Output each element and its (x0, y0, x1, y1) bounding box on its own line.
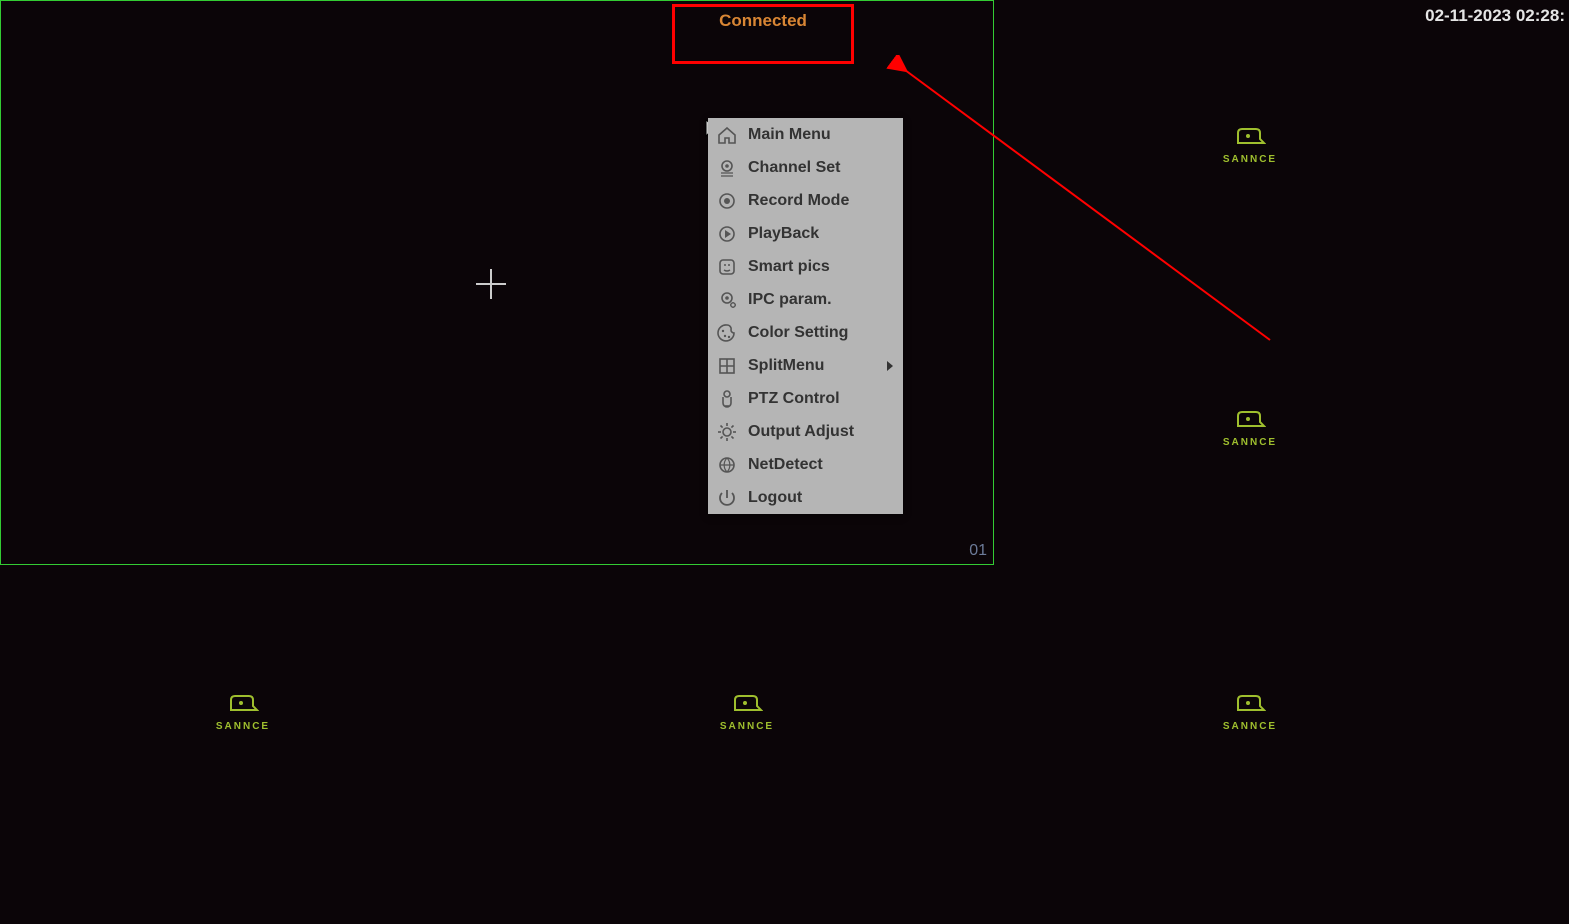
menu-item-label: Main Menu (748, 126, 831, 144)
sannce-logo-icon (227, 692, 259, 714)
menu-item-label: SplitMenu (748, 357, 824, 375)
menu-item-label: NetDetect (748, 456, 823, 474)
menu-item-label: Smart pics (748, 258, 830, 276)
face-icon (712, 255, 742, 279)
menu-item-logout[interactable]: Logout (708, 481, 903, 514)
play-icon (712, 222, 742, 246)
menu-item-ipc-param-[interactable]: IPC param. (708, 283, 903, 316)
menu-item-channel-set[interactable]: Channel Set (708, 151, 903, 184)
menu-item-netdetect[interactable]: NetDetect (708, 448, 903, 481)
sun-icon (712, 420, 742, 444)
menu-item-record-mode[interactable]: Record Mode (708, 184, 903, 217)
ipc-icon (712, 288, 742, 312)
menu-item-output-adjust[interactable]: Output Adjust (708, 415, 903, 448)
brand-logo: SANNCE (707, 692, 787, 734)
power-icon (712, 486, 742, 510)
chevron-right-icon (887, 361, 893, 371)
menu-item-label: Logout (748, 489, 802, 507)
menu-item-splitmenu[interactable]: SplitMenu (708, 349, 903, 382)
menu-item-label: IPC param. (748, 291, 832, 309)
ptz-icon (712, 387, 742, 411)
menu-item-color-setting[interactable]: Color Setting (708, 316, 903, 349)
status-text: Connected (719, 11, 807, 31)
brand-name: SANNCE (1223, 154, 1277, 165)
menu-item-main-menu[interactable]: Main Menu (708, 118, 903, 151)
status-highlight: Connected (672, 4, 854, 64)
timestamp: 02-11-2023 02:28: (1425, 6, 1565, 26)
sannce-logo-icon (1234, 125, 1266, 147)
brand-logo: SANNCE (1210, 125, 1290, 167)
record-icon (712, 189, 742, 213)
menu-item-label: Output Adjust (748, 423, 854, 441)
brand-name: SANNCE (1223, 721, 1277, 732)
home-icon (712, 123, 742, 147)
menu-item-smart-pics[interactable]: Smart pics (708, 250, 903, 283)
menu-item-label: Color Setting (748, 324, 848, 342)
brand-logo: SANNCE (203, 692, 283, 734)
sannce-logo-icon (731, 692, 763, 714)
brand-logo: SANNCE (1210, 692, 1290, 734)
menu-item-label: Record Mode (748, 192, 849, 210)
sannce-logo-icon (1234, 408, 1266, 430)
sannce-logo-icon (1234, 692, 1266, 714)
crosshair-icon (476, 269, 506, 299)
palette-icon (712, 321, 742, 345)
menu-item-label: Channel Set (748, 159, 840, 177)
channel-number: 01 (969, 542, 987, 560)
grid-icon (712, 354, 742, 378)
menu-item-label: PTZ Control (748, 390, 840, 408)
context-menu: Main Menu Channel Set Record Mode PlayBack S… (708, 118, 903, 514)
camera-icon (712, 156, 742, 180)
menu-item-label: PlayBack (748, 225, 819, 243)
menu-item-playback[interactable]: PlayBack (708, 217, 903, 250)
brand-name: SANNCE (720, 721, 774, 732)
brand-name: SANNCE (1223, 437, 1277, 448)
brand-name: SANNCE (216, 721, 270, 732)
brand-logo: SANNCE (1210, 408, 1290, 450)
menu-item-ptz-control[interactable]: PTZ Control (708, 382, 903, 415)
globe-icon (712, 453, 742, 477)
